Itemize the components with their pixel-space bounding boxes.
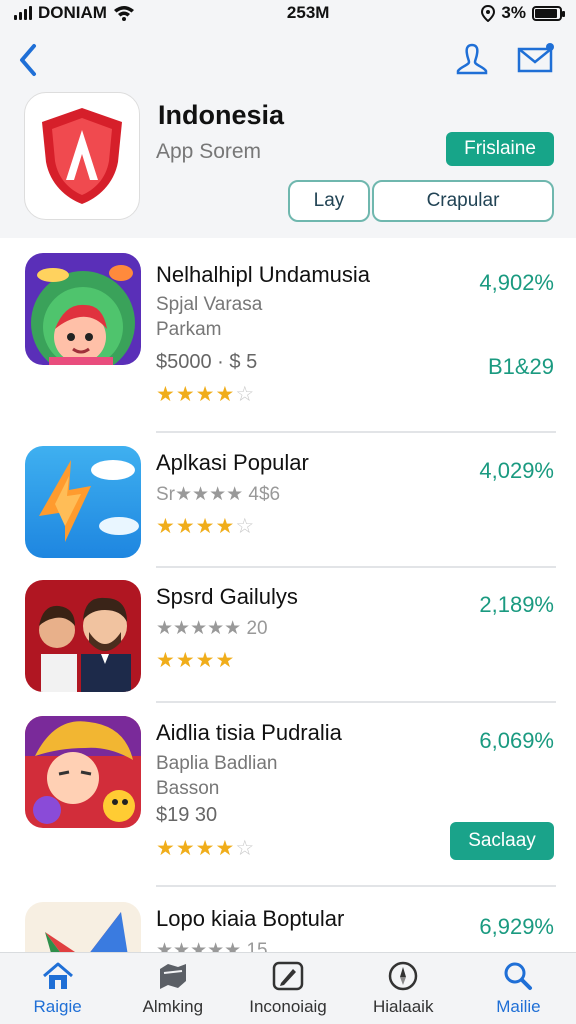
- tab-home[interactable]: Raigie: [0, 953, 115, 1024]
- status-bar: DONIAM 253M 3%: [0, 0, 576, 26]
- tab-bar: Raigie Almking Inconoiaig Hialaaik Maili…: [0, 952, 576, 1024]
- app-subtitle: Sr★★★★ 4$6: [156, 484, 281, 505]
- star-rating: ★★★★☆: [156, 515, 256, 538]
- status-left: DONIAM: [14, 3, 135, 23]
- app-subtitle-2: Parkam: [156, 319, 222, 340]
- segment-crapular[interactable]: Crapular: [372, 180, 554, 222]
- app-subtitle: Spjal Varasa: [156, 294, 263, 315]
- app-header: Indonesia App Sorem Frislaine Lay Crapul…: [0, 26, 576, 238]
- star-rating: ★★★★☆: [156, 837, 256, 860]
- app-thumbnail-icon: [25, 716, 141, 828]
- person-icon[interactable]: [452, 40, 492, 80]
- tab-search[interactable]: Mailie: [461, 953, 576, 1024]
- app-thumbnail-icon: [25, 446, 141, 558]
- action-button[interactable]: Frislaine: [446, 132, 554, 166]
- tab-label: Mailie: [496, 997, 541, 1016]
- star-rating: ★★★★☆: [156, 383, 256, 406]
- app-subtitle: ★★★★★ 20: [156, 618, 268, 639]
- divider: [156, 566, 556, 568]
- location-icon: [481, 4, 496, 22]
- battery-icon: [532, 5, 565, 21]
- app-title: Spsrd Gailulys: [156, 584, 298, 609]
- mail-icon[interactable]: [516, 40, 556, 80]
- app-percent: 4,029%: [479, 458, 554, 483]
- search-icon: [504, 962, 533, 990]
- page-subtitle: App Sorem: [156, 140, 262, 163]
- app-title: Aplkasi Popular: [156, 450, 309, 475]
- clock: 253M: [286, 3, 330, 22]
- back-chevron-icon[interactable]: [14, 40, 44, 80]
- status-right: 3%: [481, 3, 565, 23]
- app-price: $5000 · $ 5: [156, 351, 258, 373]
- app-percent: 2,189%: [479, 592, 554, 617]
- edit-icon: [272, 961, 304, 991]
- tab-edit[interactable]: Inconoiaig: [230, 953, 345, 1024]
- compass-icon: [388, 961, 418, 991]
- app-title: Nelhalhipl Undamusia: [156, 262, 371, 287]
- tab-label: Inconoiaig: [249, 997, 327, 1016]
- wifi-icon: [113, 6, 134, 21]
- app-title: Lopo kiaia Boptular: [156, 906, 345, 931]
- tab-label: Hialaaik: [372, 997, 434, 1016]
- tab-ranking[interactable]: Almking: [115, 953, 230, 1024]
- home-icon: [42, 962, 73, 989]
- page-title: Indonesia: [158, 100, 285, 130]
- tab-compass[interactable]: Hialaaik: [346, 953, 461, 1024]
- star-rating: ★★★★: [156, 649, 236, 672]
- app-side-value: B1&29: [487, 354, 554, 379]
- divider: [156, 701, 556, 703]
- app-subtitle: Baplia Badlian: [156, 753, 278, 774]
- divider: [156, 431, 556, 433]
- app-subtitle-2: Basson: [156, 778, 220, 799]
- app-thumbnail-icon: [25, 253, 141, 365]
- ranking-icon: [159, 964, 186, 989]
- app-title: Aidlia tisia Pudralia: [156, 720, 342, 745]
- app-price: $19 30: [156, 804, 218, 826]
- shield-logo-icon: [42, 108, 122, 204]
- tab-label: Raigie: [33, 997, 82, 1016]
- app-percent: 4,902%: [479, 270, 554, 295]
- segment-lay[interactable]: Lay: [288, 180, 370, 222]
- divider: [156, 885, 556, 887]
- app-thumbnail-icon: [25, 580, 141, 692]
- app-percent: 6,929%: [479, 914, 554, 939]
- tab-label: Almking: [142, 997, 204, 1016]
- signal-icon: [14, 6, 32, 20]
- app-icon: [24, 92, 140, 220]
- carrier-label: DONIAM: [38, 3, 107, 22]
- get-button[interactable]: Saclaay: [450, 822, 554, 860]
- battery-percent: 3%: [501, 3, 526, 22]
- app-percent: 6,069%: [479, 728, 554, 753]
